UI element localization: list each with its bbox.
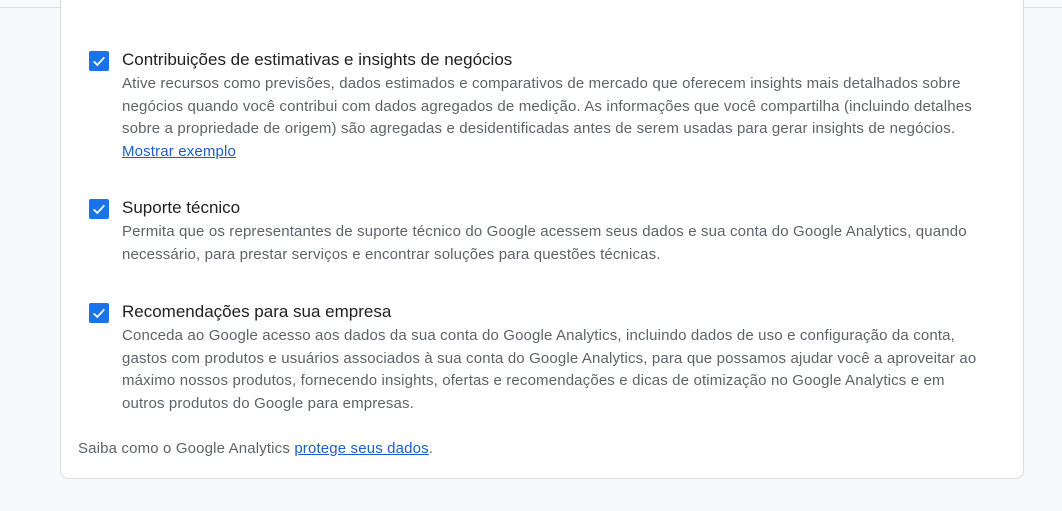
option-description-text: Ative recursos como previsões, dados est…: [122, 75, 972, 137]
check-icon: [93, 204, 105, 215]
footer-prefix: Saiba como o Google Analytics: [78, 440, 290, 457]
protect-data-link[interactable]: protege seus dados: [294, 440, 428, 457]
option-description: Conceda ao Google acesso aos dados da su…: [122, 327, 977, 412]
check-icon: [93, 56, 105, 67]
business-insights-checkbox[interactable]: [89, 51, 109, 71]
technical-support-checkbox[interactable]: [89, 199, 109, 219]
option-title: Suporte técnico: [122, 198, 241, 217]
check-icon: [93, 308, 105, 319]
option-description: Ative recursos como previsões, dados est…: [122, 73, 982, 163]
data-protection-note: Saiba como o Google Analytics protege se…: [78, 438, 433, 460]
footer-suffix: .: [428, 440, 434, 457]
option-title: Recomendações para sua empresa: [122, 302, 392, 321]
show-example-link[interactable]: Mostrar exemplo: [122, 143, 236, 160]
option-title: Contribuições de estimativas e insights …: [122, 50, 513, 69]
option-description: Permita que os representantes de suporte…: [122, 223, 967, 263]
recommendations-checkbox[interactable]: [89, 303, 109, 323]
